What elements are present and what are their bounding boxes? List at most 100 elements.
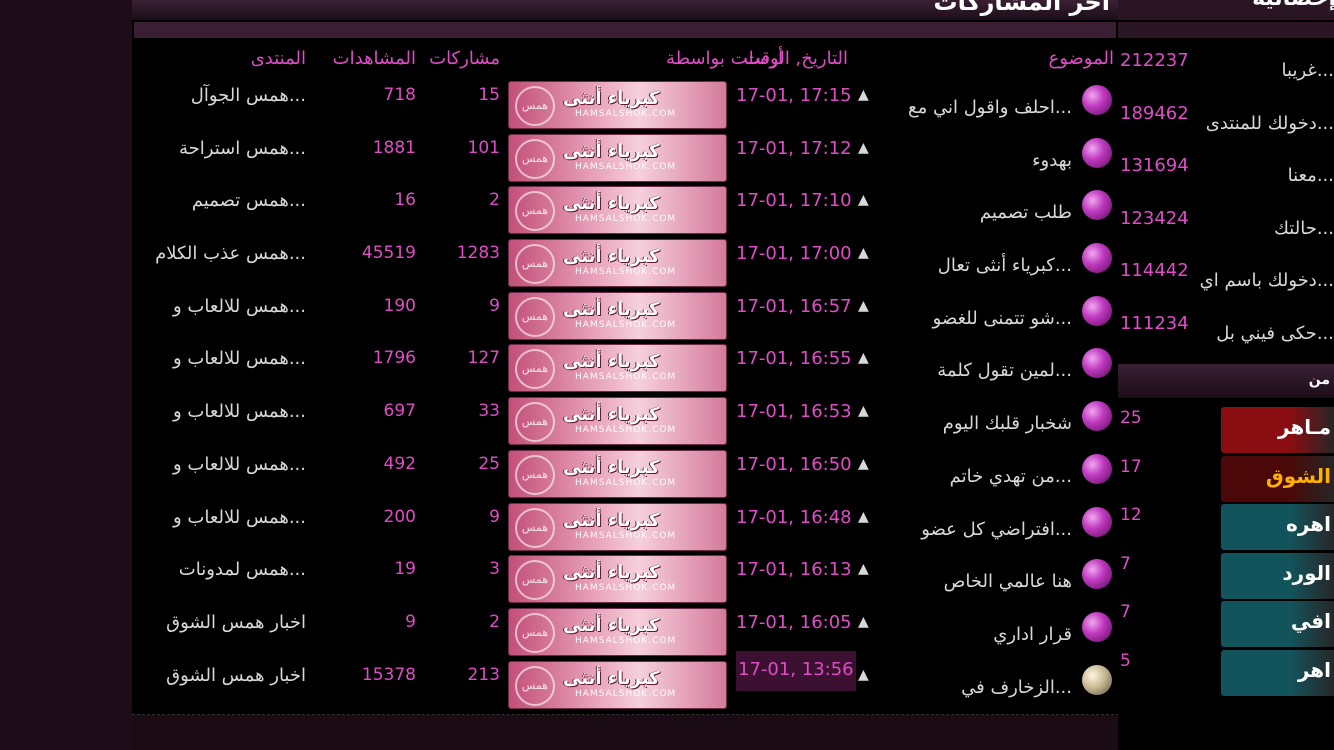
sender-banner[interactable]: همس الشوق كبرياء أنثى HAMSALSHOK.COM: [508, 555, 727, 604]
topic-link[interactable]: افتراضي كل عضو...: [921, 519, 1072, 540]
arrow-up-icon[interactable]: ▲: [858, 350, 869, 366]
stats-label[interactable]: غريبا...: [1282, 60, 1334, 81]
topic-link[interactable]: من تهدي خاتم...: [950, 466, 1072, 487]
banner-watermark: HAMSALSHOK.COM: [575, 530, 677, 541]
sender-banner[interactable]: همس الشوق كبرياء أنثى HAMSALSHOK.COM: [508, 186, 727, 235]
sender-name: كبرياء أنثى: [563, 88, 660, 109]
forum-link[interactable]: همس للالعاب و...: [173, 401, 306, 422]
table-row: همس للالعاب و... 190 9 همس الشوق كبرياء …: [132, 284, 1118, 340]
views-count: 45519: [361, 243, 416, 264]
arrow-up-icon[interactable]: ▲: [858, 192, 869, 208]
stats-item: 123424 حالتك...: [1118, 208, 1334, 260]
topic-link[interactable]: بهدوء: [1032, 150, 1072, 171]
member-card[interactable]: افي: [1220, 600, 1334, 649]
topic-status-icon: [1082, 190, 1112, 221]
member-card[interactable]: الشوق: [1220, 454, 1334, 503]
sidebar: إحصائية 212237 غريبا... 189462 دخولك للم…: [1118, 0, 1334, 750]
member-card[interactable]: مـاهر: [1220, 406, 1334, 454]
forum-link[interactable]: اخبار همس الشوق: [166, 665, 306, 686]
topic-link[interactable]: شخبار قلبك اليوم: [943, 413, 1072, 434]
seal-icon: همس الشوق: [515, 665, 555, 706]
member-name: مـاهر: [1277, 415, 1331, 439]
member-item[interactable]: 12 اهره: [1118, 503, 1334, 552]
stats-label[interactable]: دخولك للمنتدى...: [1206, 113, 1334, 134]
arrow-up-icon[interactable]: ▲: [858, 403, 869, 419]
member-item[interactable]: 5 اهر: [1118, 649, 1334, 697]
forum-link[interactable]: همس استراحة...: [179, 138, 306, 159]
replies-count: 2: [489, 611, 500, 632]
sender-name: كبرياء أنثى: [563, 140, 660, 162]
forum-link[interactable]: همس لمدونات...: [179, 559, 306, 580]
topic-link[interactable]: هنا عالمي الخاص: [944, 571, 1072, 592]
sender-banner[interactable]: همس الشوق كبرياء أنثى HAMSALSHOK.COM: [508, 344, 727, 393]
member-item[interactable]: 7 افي: [1118, 600, 1334, 649]
topic-status-icon: [1082, 559, 1112, 590]
sender-name: كبرياء أنثى: [563, 351, 660, 373]
stats-label[interactable]: حكى فيني بل...: [1216, 323, 1334, 344]
sender-banner[interactable]: همس الشوق كبرياء أنثى HAMSALSHOK.COM: [508, 397, 727, 446]
post-date: 17-01, 13:56: [736, 650, 856, 691]
stats-number: 131694: [1120, 155, 1189, 177]
forum-link[interactable]: همس الجوآل...: [191, 85, 306, 106]
topic-link[interactable]: لمين تقول كلمة...: [937, 360, 1072, 381]
arrow-up-icon[interactable]: ▲: [858, 140, 869, 156]
views-count: 19: [394, 559, 416, 580]
latest-posts-panel: آخر المشاركات المنتدى المشاهدات مشاركات …: [132, 0, 1119, 715]
arrow-up-icon[interactable]: ▲: [858, 614, 869, 630]
topic-link[interactable]: قرار اداري: [993, 624, 1072, 645]
member-item[interactable]: 17 الشوق: [1118, 454, 1334, 503]
member-item[interactable]: 25 مـاهر: [1118, 406, 1334, 454]
views-count: 1796: [372, 348, 416, 369]
arrow-up-icon[interactable]: ▲: [858, 561, 869, 577]
sender-banner[interactable]: همس الشوق كبرياء أنثى HAMSALSHOK.COM: [508, 291, 727, 340]
sender-banner[interactable]: همس الشوق كبرياء أنثى HAMSALSHOK.COM: [508, 607, 727, 656]
stats-label[interactable]: معنا...: [1288, 165, 1334, 186]
forum-link[interactable]: همس للالعاب و...: [173, 454, 306, 475]
topic-link[interactable]: الزخارف في...: [961, 677, 1072, 698]
forum-link[interactable]: اخبار همس الشوق: [166, 612, 306, 633]
table-row: همس للالعاب و... 1796 127 همس الشوق كبري…: [132, 336, 1118, 393]
topic-link[interactable]: احلف واقول اني مع...: [908, 97, 1072, 118]
col-views: المشاهدات: [332, 48, 416, 69]
member-post-count: 25: [1120, 408, 1142, 428]
sender-banner[interactable]: همس الشوق كبرياء أنثى HAMSALSHOK.COM: [508, 660, 727, 709]
forum-link[interactable]: همس للالعاب و...: [173, 348, 306, 369]
views-count: 16: [394, 190, 416, 211]
sender-banner[interactable]: همس الشوق كبرياء أنثى HAMSALSHOK.COM: [508, 239, 727, 288]
seal-icon: همس الشوق: [515, 138, 555, 179]
banner-watermark: HAMSALSHOK.COM: [575, 583, 677, 594]
sender-banner[interactable]: همس الشوق كبرياء أنثى HAMSALSHOK.COM: [508, 81, 727, 129]
stats-label[interactable]: حالتك...: [1274, 218, 1334, 239]
topic-link[interactable]: كبرياء أنثى تعال...: [938, 255, 1072, 276]
topic-status-icon: [1082, 348, 1112, 379]
topic-link[interactable]: طلب تصميم: [980, 202, 1072, 223]
arrow-up-icon[interactable]: ▲: [858, 667, 869, 683]
forum-link[interactable]: همس للالعاب و...: [173, 507, 306, 528]
member-item[interactable]: 7 الورد: [1118, 551, 1334, 600]
stats-label[interactable]: دخولك باسم اي...: [1200, 270, 1334, 291]
sender-banner[interactable]: همس الشوق كبرياء أنثى HAMSALSHOK.COM: [508, 502, 727, 551]
post-date: 17-01, 16:57: [736, 295, 852, 317]
sender-banner[interactable]: همس الشوق كبرياء أنثى HAMSALSHOK.COM: [508, 133, 727, 182]
banner-watermark: HAMSALSHOK.COM: [575, 214, 677, 225]
stats-number: 212237: [1120, 50, 1189, 71]
topic-link[interactable]: شو تتمنى للغضو...: [933, 308, 1072, 329]
arrow-up-icon[interactable]: ▲: [858, 456, 869, 472]
arrow-up-icon[interactable]: ▲: [858, 245, 869, 261]
table-row: همس الجوآل... 718 15 همس الشوق كبرياء أن…: [132, 73, 1118, 129]
topic-status-icon: [1082, 611, 1112, 642]
arrow-up-icon[interactable]: ▲: [858, 298, 869, 314]
member-card[interactable]: الورد: [1220, 551, 1334, 600]
member-card[interactable]: اهر: [1220, 649, 1334, 697]
sender-banner[interactable]: همس الشوق كبرياء أنثى HAMSALSHOK.COM: [508, 449, 727, 498]
forum-link[interactable]: همس عذب الكلام...: [155, 243, 306, 264]
arrow-up-icon[interactable]: ▲: [858, 509, 869, 525]
forum-link[interactable]: همس للالعاب و...: [173, 296, 306, 317]
topic-status-icon: [1082, 453, 1112, 484]
forum-link[interactable]: همس تصميم...: [192, 190, 306, 211]
arrow-up-icon[interactable]: ▲: [858, 87, 869, 103]
member-card[interactable]: اهره: [1220, 503, 1334, 552]
replies-count: 15: [478, 85, 500, 105]
replies-count: 101: [467, 137, 500, 158]
views-count: 15378: [361, 664, 416, 685]
